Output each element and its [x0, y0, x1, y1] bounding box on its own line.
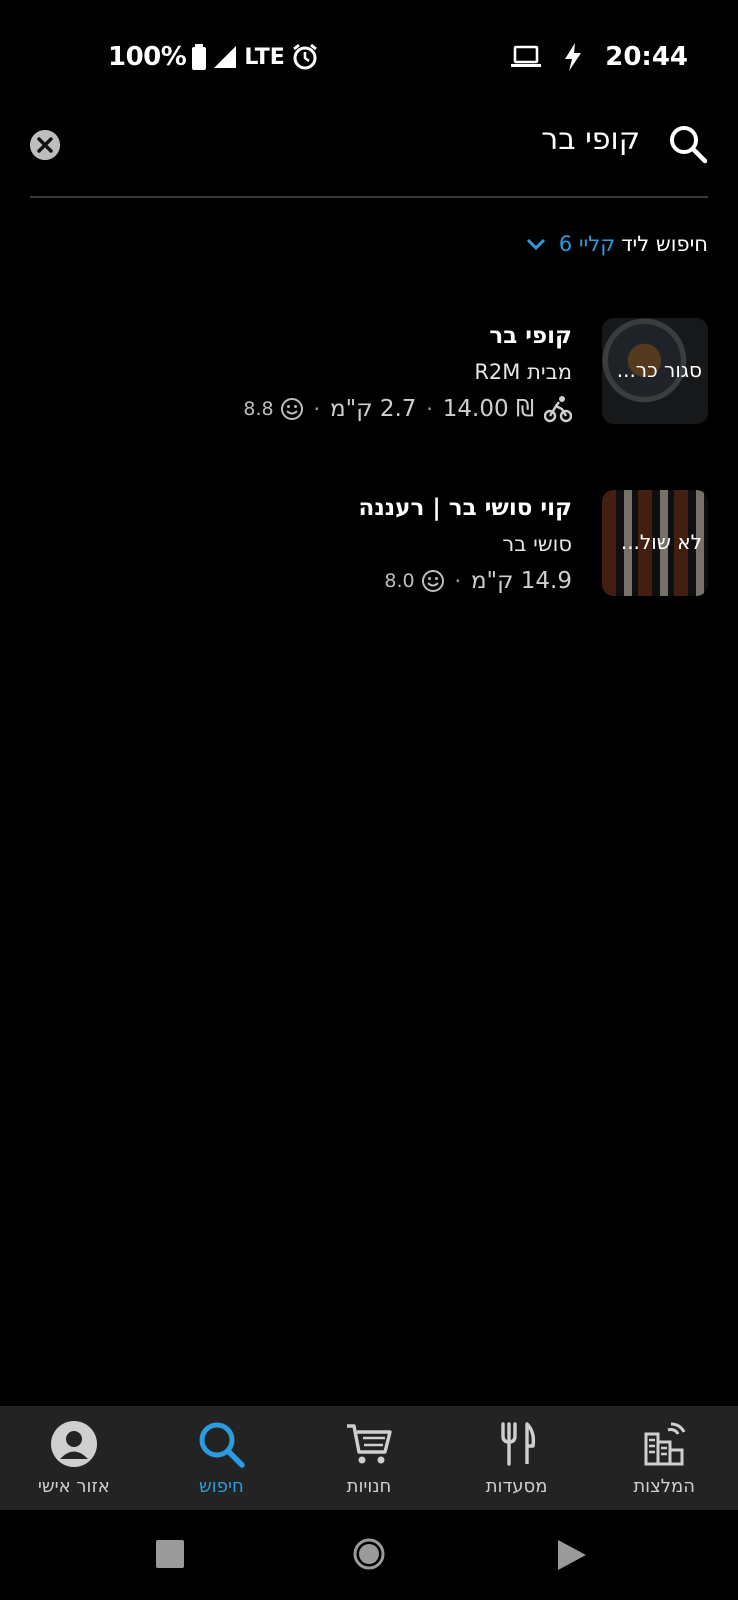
- bottom-nav: המלצות מסעדות חנויות חיפוש אזור אישי: [0, 1406, 738, 1510]
- rating: 8.8: [243, 397, 303, 421]
- result-info: קוי סושי בר | רעננה סושי בר 14.9 ק"מ · 8…: [359, 490, 572, 600]
- nav-label: חנויות: [346, 1476, 392, 1497]
- fork-knife-icon: [500, 1422, 535, 1466]
- charging-icon: [565, 43, 582, 71]
- restaurant-subtitle: סושי בר: [502, 532, 572, 556]
- courier-bike-icon: [544, 396, 572, 423]
- restaurant-name: קופי בר: [489, 323, 572, 349]
- city-icon: [644, 1422, 686, 1466]
- rating-value: 8.8: [243, 398, 274, 420]
- result-meta: 14.9 ק"מ · 8.0: [384, 568, 572, 594]
- network-type: LTE: [244, 44, 285, 70]
- status-label: סגור כר...: [616, 358, 702, 382]
- chevron-down-icon[interactable]: [525, 233, 547, 255]
- status-right: 20:44: [511, 42, 688, 72]
- nav-item-restaurants[interactable]: מסעדות: [444, 1406, 590, 1510]
- result-item[interactable]: סגור כר... קופי בר מבית R2M ₪ 14.00 · 2.…: [30, 318, 708, 428]
- result-info: קופי בר מבית R2M ₪ 14.00 · 2.7 ק"מ · 8.8: [243, 318, 572, 428]
- restaurant-name: קוי סושי בר | רעננה: [358, 495, 572, 521]
- home-icon[interactable]: [353, 1538, 385, 1570]
- alarm-icon: [292, 43, 317, 70]
- status-bar: 100% LTE 20:44: [0, 0, 738, 116]
- laptop-icon: [511, 45, 542, 67]
- battery-percent: 100%: [108, 42, 187, 72]
- location-selector[interactable]: חיפוש ליד קליי 6: [525, 228, 708, 260]
- restaurant-subtitle: מבית R2M: [474, 360, 572, 384]
- nav-label: אזור אישי: [37, 1476, 110, 1497]
- clear-search-icon[interactable]: [30, 130, 60, 160]
- recents-icon[interactable]: [156, 1540, 184, 1568]
- cart-icon: [346, 1424, 392, 1464]
- search-icon: [199, 1422, 246, 1468]
- distance: 2.7 ק"מ: [330, 396, 417, 422]
- person-icon: [50, 1421, 97, 1467]
- delivery-fee: ₪ 14.00: [442, 396, 534, 422]
- search-input[interactable]: קופי בר: [541, 122, 640, 157]
- result-item[interactable]: לא שול... קוי סושי בר | רעננה סושי בר 14…: [30, 490, 708, 600]
- battery-icon: [192, 44, 207, 70]
- signal-icon: [214, 46, 237, 68]
- search-icon[interactable]: [668, 124, 708, 164]
- distance: 14.9 ק"מ: [470, 568, 572, 594]
- nav-label: חיפוש: [199, 1476, 244, 1497]
- restaurant-thumbnail: סגור כר...: [602, 318, 708, 424]
- status-left: 100% LTE: [108, 42, 319, 72]
- location-place[interactable]: קליי 6: [559, 232, 615, 256]
- nav-item-personal-area[interactable]: אזור אישי: [1, 1406, 147, 1510]
- nav-label: מסעדות: [485, 1476, 548, 1497]
- nav-item-recommendations[interactable]: המלצות: [591, 1406, 737, 1510]
- back-icon[interactable]: [558, 1540, 586, 1570]
- rating: 8.0: [384, 569, 444, 593]
- status-label: לא שול...: [620, 530, 702, 554]
- location-prefix: חיפוש ליד: [621, 232, 708, 256]
- search-bar: קופי בר: [30, 110, 708, 198]
- restaurant-thumbnail: לא שול...: [602, 490, 708, 596]
- clock: 20:44: [605, 42, 688, 72]
- nav-item-search[interactable]: חיפוש: [148, 1406, 294, 1510]
- system-nav-bar: [0, 1510, 738, 1600]
- result-meta: ₪ 14.00 · 2.7 ק"מ · 8.8: [243, 390, 572, 428]
- nav-label: המלצות: [633, 1476, 695, 1497]
- nav-item-stores[interactable]: חנויות: [296, 1406, 442, 1510]
- smiley-icon: [421, 570, 444, 592]
- smiley-icon: [280, 398, 303, 420]
- rating-value: 8.0: [384, 570, 415, 592]
